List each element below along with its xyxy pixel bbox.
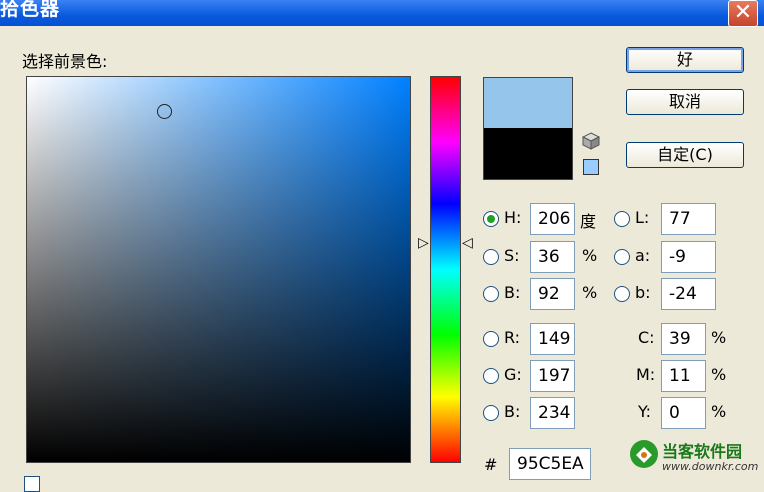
- label-h: H:: [504, 208, 522, 227]
- watermark-name: 当客软件园: [662, 442, 743, 461]
- hue-slider-left-arrow-icon[interactable]: ▷: [418, 236, 429, 250]
- watermark-logo-icon: [630, 440, 658, 468]
- swatch-icon[interactable]: [583, 159, 599, 175]
- label-b: B:: [504, 283, 521, 302]
- radio-b[interactable]: [483, 286, 499, 302]
- label-l: L:: [635, 208, 650, 227]
- hue-slider[interactable]: [430, 76, 461, 463]
- picker-label: 选择前景色:: [22, 52, 108, 71]
- watermark-url: www.downkr.com: [662, 460, 759, 473]
- cube-icon[interactable]: [582, 132, 600, 150]
- radio-lab-b[interactable]: [614, 286, 630, 302]
- radio-l[interactable]: [614, 211, 630, 227]
- radio-h[interactable]: [483, 211, 499, 227]
- watermark: 当客软件园 www.downkr.com: [626, 436, 764, 483]
- current-color-swatch[interactable]: [483, 128, 573, 180]
- hue-slider-right-arrow-icon[interactable]: ◁: [462, 236, 473, 250]
- close-button[interactable]: ✕: [728, 0, 758, 27]
- field-s[interactable]: 36: [530, 241, 575, 273]
- label-a: a:: [635, 246, 651, 265]
- custom-button[interactable]: 自定(C): [626, 142, 744, 168]
- unit-s: %: [582, 246, 598, 265]
- ok-button[interactable]: 好: [626, 47, 744, 73]
- label-s: S:: [504, 246, 520, 265]
- label-rgb-b: B:: [504, 402, 521, 421]
- field-lab-b[interactable]: -24: [661, 278, 716, 310]
- label-y: Y:: [638, 402, 652, 421]
- field-h[interactable]: 206: [530, 203, 575, 235]
- color-picker-ring[interactable]: [157, 104, 172, 119]
- radio-g[interactable]: [483, 368, 499, 384]
- unit-y: %: [711, 402, 727, 421]
- unit-h: 度: [580, 212, 597, 231]
- field-g[interactable]: 197: [530, 360, 575, 392]
- radio-rgb-b[interactable]: [483, 405, 499, 421]
- close-icon: ✕: [733, 0, 753, 25]
- label-m: M:: [636, 365, 656, 384]
- window-title: 拾色器: [0, 0, 61, 20]
- field-m[interactable]: 11: [661, 360, 706, 392]
- radio-s[interactable]: [483, 249, 499, 265]
- field-hex[interactable]: 95C5EA: [509, 448, 591, 480]
- field-r[interactable]: 149: [530, 323, 575, 355]
- field-rgb-b[interactable]: 234: [530, 397, 575, 429]
- label-g: G:: [504, 365, 522, 384]
- field-y[interactable]: 0: [661, 397, 706, 429]
- label-hex: #: [484, 455, 498, 474]
- label-c: C:: [638, 328, 655, 347]
- unit-c: %: [711, 328, 727, 347]
- unit-m: %: [711, 365, 727, 384]
- field-l[interactable]: 77: [661, 203, 716, 235]
- cancel-button[interactable]: 取消: [626, 89, 744, 115]
- label-r: R:: [504, 328, 521, 347]
- field-c[interactable]: 39: [661, 323, 706, 355]
- field-a[interactable]: -9: [661, 241, 716, 273]
- title-bar: 拾色器 ✕: [0, 0, 764, 27]
- unit-b: %: [582, 283, 598, 302]
- field-b[interactable]: 92: [530, 278, 575, 310]
- radio-r[interactable]: [483, 331, 499, 347]
- new-color-swatch: [483, 77, 573, 128]
- radio-a[interactable]: [614, 249, 630, 265]
- only-web-colors-checkbox[interactable]: [24, 476, 40, 492]
- label-lab-b: b:: [635, 283, 651, 302]
- color-field[interactable]: [26, 76, 411, 463]
